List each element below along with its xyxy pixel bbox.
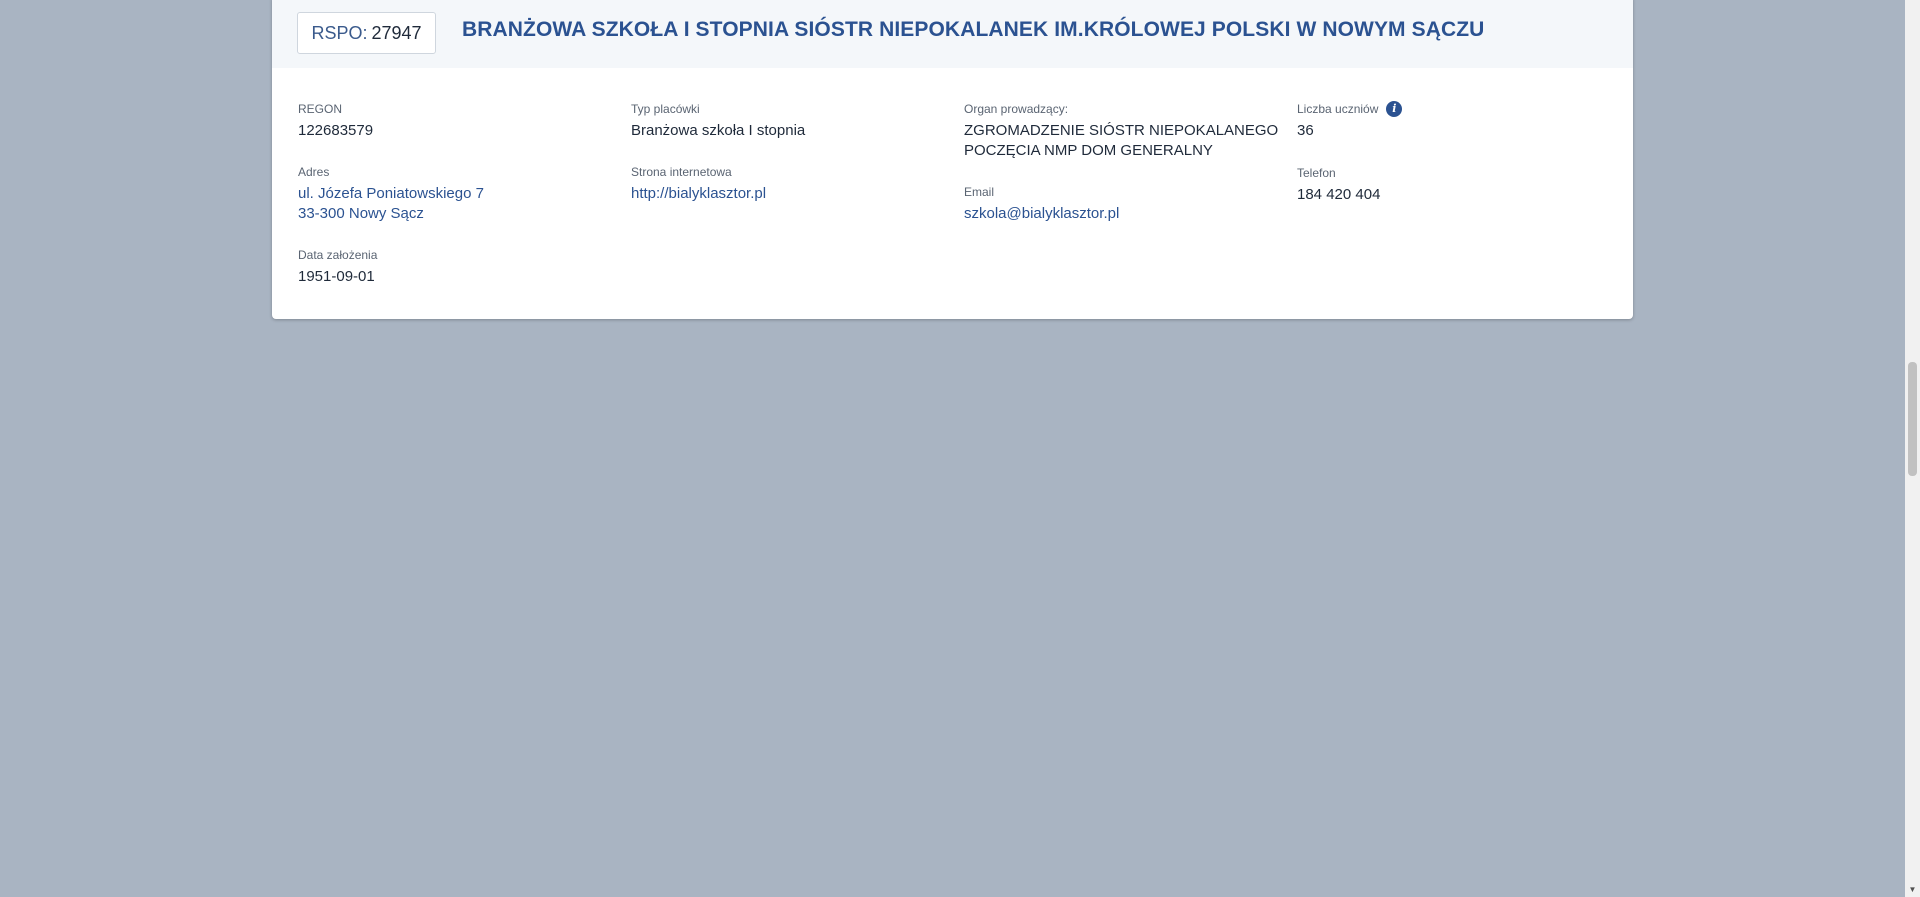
typ-placowki-value: Branżowa szkoła I stopnia xyxy=(631,122,806,139)
telefon-label: Telefon xyxy=(1297,166,1336,180)
email-label: Email xyxy=(964,185,995,199)
liczba-uczniow-label-row: Liczba uczniów i xyxy=(1297,101,1403,117)
adres-link[interactable]: ul. Józefa Poniatowskiego 7 33-300 Nowy … xyxy=(298,184,484,224)
rspo-badge: RSPO: 27947 xyxy=(297,12,436,54)
strona-link[interactable]: http://bialyklasztor.pl xyxy=(631,184,766,204)
field-data-zalozenia: Data założenia 1951-09-01 xyxy=(298,247,377,287)
page-viewport: RSPO: 27947 BRANŻOWA SZKOŁA I STOPNIA SI… xyxy=(0,0,1905,897)
adres-label: Adres xyxy=(298,165,330,179)
email-link[interactable]: szkola@bialyklasztor.pl xyxy=(964,204,1119,224)
adres-line2[interactable]: 33-300 Nowy Sącz xyxy=(298,204,484,224)
field-organ: Organ prowadzący: ZGROMADZENIE SIÓSTR NI… xyxy=(964,101,1278,161)
organ-label: Organ prowadzący: xyxy=(964,102,1069,116)
field-telefon: Telefon 184 420 404 xyxy=(1297,165,1380,205)
school-title: BRANŻOWA SZKOŁA I STOPNIA SIÓSTR NIEPOKA… xyxy=(462,18,1485,41)
field-regon: REGON 122683579 xyxy=(298,101,373,141)
telefon-value: 184 420 404 xyxy=(1297,186,1381,203)
scroll-down-arrow-icon[interactable]: ▼ xyxy=(1905,882,1920,897)
organ-line1: ZGROMADZENIE SIÓSTR NIEPOKALANEGO xyxy=(964,122,1279,139)
rspo-value: 27947 xyxy=(371,22,422,43)
liczba-uczniow-value: 36 xyxy=(1297,122,1314,139)
field-email: Email szkola@bialyklasztor.pl xyxy=(964,184,1119,224)
vertical-scrollbar[interactable]: ▼ xyxy=(1905,0,1920,897)
liczba-uczniow-label: Liczba uczniów xyxy=(1297,102,1379,116)
data-zalozenia-value: 1951-09-01 xyxy=(298,268,375,285)
field-strona: Strona internetowa http://bialyklasztor.… xyxy=(631,164,766,204)
regon-value: 122683579 xyxy=(298,122,374,139)
field-adres: Adres ul. Józefa Poniatowskiego 7 33-300… xyxy=(298,164,484,224)
card-header: RSPO: 27947 BRANŻOWA SZKOŁA I STOPNIA SI… xyxy=(272,0,1633,68)
typ-placowki-label: Typ placówki xyxy=(631,102,700,116)
info-icon[interactable]: i xyxy=(1386,101,1403,117)
organ-value: ZGROMADZENIE SIÓSTR NIEPOKALANEGO POCZĘC… xyxy=(964,121,1278,161)
scrollbar-thumb[interactable] xyxy=(1908,362,1917,476)
adres-line1[interactable]: ul. Józefa Poniatowskiego 7 xyxy=(298,184,484,204)
regon-label: REGON xyxy=(298,102,343,116)
school-card: RSPO: 27947 BRANŻOWA SZKOŁA I STOPNIA SI… xyxy=(272,0,1633,319)
organ-line2: POCZĘCIA NMP DOM GENERALNY xyxy=(964,142,1213,159)
rspo-label: RSPO: xyxy=(311,22,368,43)
field-liczba-uczniow: Liczba uczniów i 36 xyxy=(1297,101,1403,141)
strona-label: Strona internetowa xyxy=(631,165,732,179)
field-typ-placowki: Typ placówki Branżowa szkoła I stopnia xyxy=(631,101,805,141)
data-zalozenia-label: Data założenia xyxy=(298,248,378,262)
